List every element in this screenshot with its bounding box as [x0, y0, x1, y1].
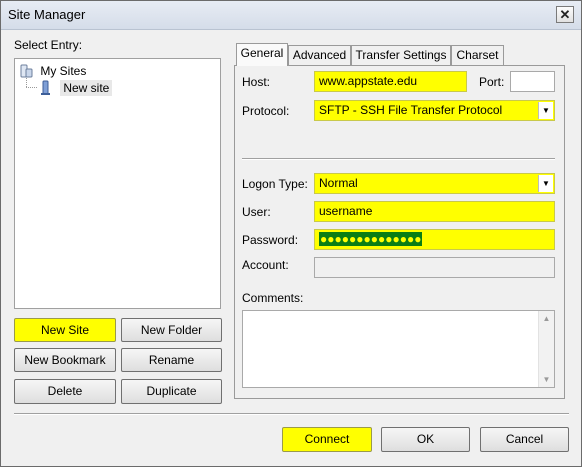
tab-general[interactable]: General: [236, 43, 288, 66]
site-manager-window: Site Manager ✕ Select Entry: My Sites Ne…: [0, 0, 582, 467]
site-icon: [39, 80, 53, 96]
chevron-down-icon[interactable]: ▼: [538, 102, 553, 119]
rename-button[interactable]: Rename: [121, 348, 222, 372]
new-bookmark-button[interactable]: New Bookmark: [14, 348, 116, 372]
host-input[interactable]: www.appstate.edu: [314, 71, 467, 92]
user-label: User:: [242, 205, 271, 219]
port-input[interactable]: [510, 71, 555, 92]
protocol-value: SFTP - SSH File Transfer Protocol: [319, 103, 503, 117]
logon-type-value: Normal: [319, 176, 358, 190]
connect-button[interactable]: Connect: [282, 427, 372, 452]
comments-label: Comments:: [242, 291, 304, 305]
duplicate-button[interactable]: Duplicate: [121, 379, 222, 404]
new-site-button[interactable]: New Site: [14, 318, 116, 342]
chevron-down-icon[interactable]: ▼: [538, 175, 553, 192]
scroll-down-icon[interactable]: ▼: [539, 372, 554, 387]
logon-type-label: Logon Type:: [242, 177, 308, 191]
host-label: Host:: [242, 75, 271, 89]
select-entry-label: Select Entry:: [14, 38, 83, 52]
separator: [242, 158, 555, 160]
tab-charset[interactable]: Charset: [451, 45, 504, 65]
folder-icon: [19, 64, 35, 78]
close-icon: ✕: [559, 7, 571, 22]
delete-button[interactable]: Delete: [14, 379, 116, 404]
protocol-label: Protocol:: [242, 104, 290, 118]
tree-item-label: New site: [60, 80, 113, 96]
tree-item-label: My Sites: [40, 63, 87, 78]
footer-separator: [14, 413, 569, 415]
password-value: ●●●●●●●●●●●●●●: [319, 232, 423, 246]
site-tree[interactable]: My Sites New site: [14, 58, 221, 309]
port-label: Port:: [479, 75, 505, 89]
user-input[interactable]: username: [314, 201, 555, 222]
account-label: Account:: [242, 258, 289, 272]
window-title: Site Manager: [8, 7, 86, 22]
title-bar[interactable]: Site Manager ✕: [1, 1, 581, 30]
vertical-scrollbar[interactable]: ▲ ▼: [538, 311, 554, 387]
tab-transfer-settings[interactable]: Transfer Settings: [351, 45, 451, 65]
new-folder-button[interactable]: New Folder: [121, 318, 222, 342]
scroll-up-icon[interactable]: ▲: [539, 311, 554, 326]
tab-advanced[interactable]: Advanced: [288, 45, 351, 65]
logon-type-select[interactable]: Normal ▼: [314, 173, 555, 194]
ok-button[interactable]: OK: [381, 427, 470, 452]
comments-textarea[interactable]: ▲ ▼: [242, 310, 555, 388]
account-input[interactable]: [314, 257, 555, 278]
close-button[interactable]: ✕: [556, 6, 574, 23]
password-input[interactable]: ●●●●●●●●●●●●●●: [314, 229, 555, 250]
password-label: Password:: [242, 233, 299, 247]
cancel-button[interactable]: Cancel: [480, 427, 569, 452]
tree-item-my-sites[interactable]: My Sites: [19, 63, 86, 78]
protocol-select[interactable]: SFTP - SSH File Transfer Protocol ▼: [314, 100, 555, 121]
tree-item-new-site[interactable]: New site: [39, 80, 113, 96]
